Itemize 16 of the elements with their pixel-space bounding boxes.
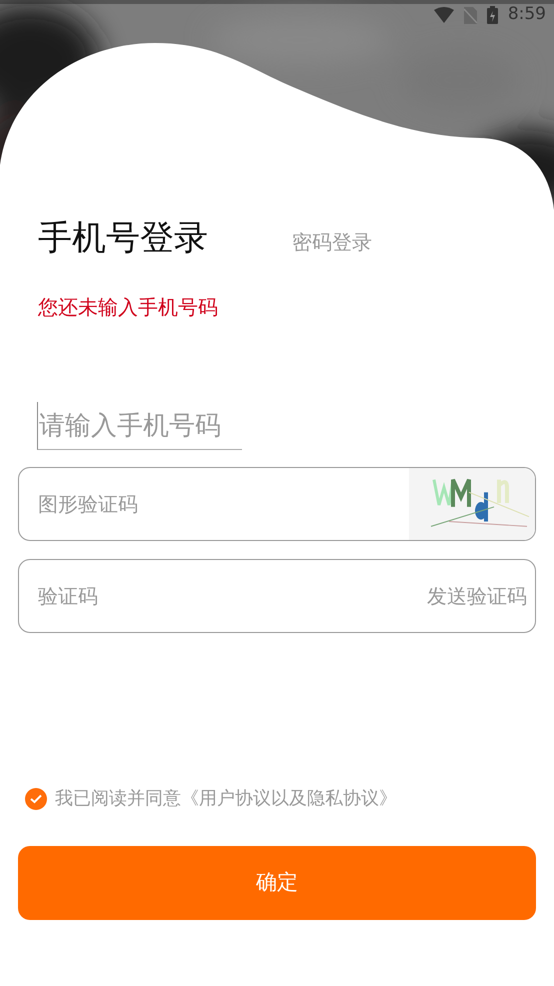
agreement-text: 我已阅读并同意《用户协议以及隐私协议》 [55, 787, 397, 811]
confirm-button[interactable]: 确定 [18, 846, 536, 920]
status-time: 8:59 [508, 3, 546, 26]
captcha-field[interactable]: 图形验证码 [18, 467, 536, 541]
battery-icon [486, 6, 498, 24]
agreement-checkbox[interactable] [25, 788, 47, 810]
verification-code-field[interactable]: 验证码 [19, 560, 427, 632]
error-message: 您还未输入手机号码 [38, 294, 218, 321]
send-code-button[interactable]: 发送验证码 [427, 581, 535, 611]
phone-input-field[interactable]: 请输入手机号码 [37, 402, 242, 450]
captcha-input-field[interactable]: 图形验证码 [19, 468, 409, 540]
check-icon [30, 794, 42, 804]
login-tab[interactable]: 手机号登录 [38, 213, 208, 264]
wifi-icon [434, 7, 454, 23]
login-tab[interactable]: 密码登录 [292, 227, 372, 257]
verification-code-box[interactable]: 验证码 发送验证码 [18, 559, 536, 633]
